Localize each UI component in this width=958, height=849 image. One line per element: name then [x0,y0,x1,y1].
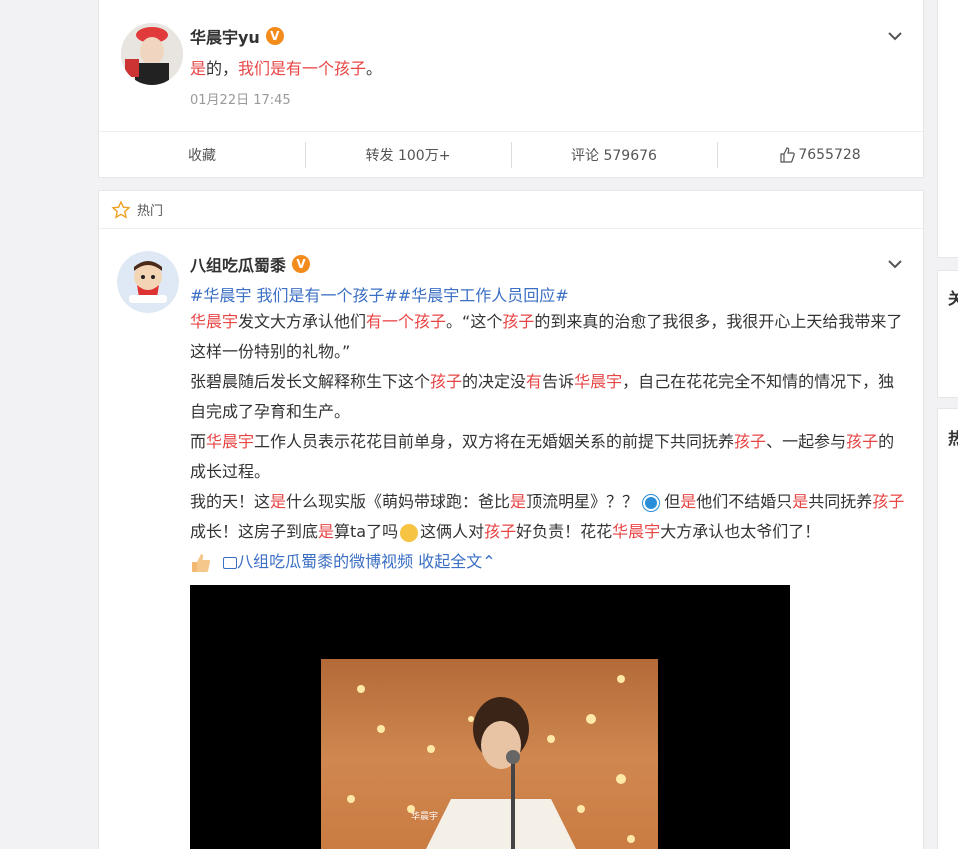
content-highlight: 是 [190,59,207,78]
highlight-keyword: 孩子 [846,432,879,451]
highlight-keyword: 是 [510,492,527,511]
highlight-keyword: 孩子 [430,372,463,391]
favorite-button[interactable]: 收藏 [99,132,305,177]
highlight-name[interactable]: 华晨宇 [612,522,660,541]
video-icon[interactable] [223,556,238,569]
verified-badge-icon: V [292,255,311,273]
body-text: 我的天！这 [190,492,271,511]
like-button[interactable]: 7655728 [717,132,923,177]
content-text: 。 [366,59,383,78]
username-text[interactable]: 八组吃瓜蜀黍 [190,252,286,276]
post-body: 华晨宇发文大方承认他们有一个孩子。“这个孩子的到来真的治愈了我很多，我很开心上天… [190,307,910,577]
right-sidebar-card-1 [937,0,958,258]
post-username[interactable]: 华晨宇yu V [190,24,284,48]
highlight-keyword: 孩子 [872,492,905,511]
topic-links[interactable]: #华晨宇 我们是有一个孩子##华晨宇工作人员回应# [190,282,569,306]
verified-badge-icon: V [265,27,284,45]
body-text: 顶流明星》？？ [526,492,644,511]
body-paragraph: 华晨宇发文大方承认他们有一个孩子。“这个孩子的到来真的治愈了我很多，我很开心上天… [190,307,910,367]
body-text: 这俩人对 [420,522,485,541]
repost-label: 转发 100万+ [365,147,451,164]
post-card-1: 华晨宇yu V 是的，我们是有一个孩子。 01月22日 17:45 收藏 转发 … [98,0,924,178]
body-text: 好负责！花花 [516,522,613,541]
post-content: 是的，我们是有一个孩子。 [190,55,382,79]
highlight-keyword: 是 [680,492,697,511]
highlight-keyword: 孩子 [484,522,517,541]
highlight-keyword: 孩子 [502,312,535,331]
comment-button[interactable]: 评论 579676 [511,132,717,177]
hot-section-header: 热门 [99,191,923,229]
chevron-down-icon[interactable] [885,26,905,46]
doraemon-emoji-icon [643,494,660,511]
body-text: 大方承认也太爷们了！ [660,522,821,541]
like-count: 7655728 [798,146,861,163]
body-text: 告诉 [542,372,575,391]
username-text[interactable]: 华晨宇yu [190,24,260,48]
highlight-name[interactable]: 华晨宇 [574,372,622,391]
body-text: 而 [190,432,207,451]
video-link[interactable]: 八组吃瓜蜀黍的微博视频 [237,552,413,571]
body-text: 、一起参与 [766,432,847,451]
highlight-keyword: 有 [526,372,543,391]
topic-text[interactable]: #华晨宇 我们是有一个孩子##华晨宇工作人员回应# [190,286,569,305]
action-bar: 收藏 转发 100万+ 评论 579676 7655728 [99,131,923,177]
body-text: 共同抚养 [808,492,873,511]
repost-button[interactable]: 转发 100万+ [305,132,511,177]
highlight-keyword: 孩子 [734,432,767,451]
highlight-keyword: 是 [318,522,335,541]
post-username[interactable]: 八组吃瓜蜀黍 V [190,252,311,276]
video-watermark: 华晨宇 [411,810,438,822]
video-player[interactable]: 华晨宇 [190,585,790,849]
body-text: 他们不结婚只 [696,492,793,511]
thumbs-up-emoji-icon [190,552,212,574]
highlight-keyword: 有一个孩子 [366,312,447,331]
chevron-up-icon[interactable]: ⌃ [482,552,495,571]
body-text: 但 [659,492,681,511]
video-link-line: 八组吃瓜蜀黍的微博视频 收起全文⌃ [190,547,910,577]
body-text: 成长！这房子到底 [190,522,319,541]
avatar[interactable] [121,23,183,85]
body-text: 什么现实版《萌妈带球跑：爸比 [286,492,511,511]
highlight-keyword: 是 [792,492,809,511]
right-sidebar-card-2: 关 [937,270,958,398]
video-thumbnail: 华晨宇 [321,659,658,849]
chevron-down-icon[interactable] [885,254,905,274]
right-sidebar-card-3: 热 [937,408,958,849]
comment-label: 评论 579676 [571,147,657,164]
laugh-emoji-icon [400,523,419,542]
collapse-link[interactable]: 收起全文 [418,552,482,571]
post-card-2: 热门 八组吃瓜蜀黍 V #华晨宇 我们是有一个孩子##华晨宇工作人员回应# 华晨… [98,190,924,849]
avatar[interactable] [117,251,179,313]
highlight-keyword: 是 [270,492,287,511]
body-paragraph: 我的天！这是什么现实版《萌妈带球跑：爸比是顶流明星》？？ 但是他们不结婚只是共同… [190,487,910,547]
hot-label: 热门 [137,204,164,219]
highlight-name[interactable]: 华晨宇 [206,432,254,451]
content-highlight: 我们是有一个孩子 [238,59,367,78]
body-text: 。“这个 [446,312,503,331]
body-text: 算ta了吗 [334,522,399,541]
sidebar-title: 关 [948,289,958,308]
body-text: 工作人员表示花花目前单身，双方将在无婚姻关系的前提下共同抚养 [254,432,735,451]
highlight-name[interactable]: 华晨宇 [190,312,238,331]
body-paragraph: 张碧晨随后发长文解释称生下这个孩子的决定没有告诉华晨宇，自己在花花完全不知情的情… [190,367,910,427]
body-text: 的决定没 [462,372,527,391]
sidebar-title: 热 [948,429,958,448]
thumbs-up-icon [780,146,796,163]
body-text: 发文大方承认他们 [238,312,367,331]
content-text: 的， [206,59,239,78]
body-text: 张碧晨随后发长文解释称生下这个 [190,372,431,391]
star-icon [111,199,131,219]
favorite-label: 收藏 [188,147,216,164]
body-paragraph: 而华晨宇工作人员表示花花目前单身，双方将在无婚姻关系的前提下共同抚养孩子、一起参… [190,427,910,487]
post-time[interactable]: 01月22日 17:45 [190,89,291,108]
